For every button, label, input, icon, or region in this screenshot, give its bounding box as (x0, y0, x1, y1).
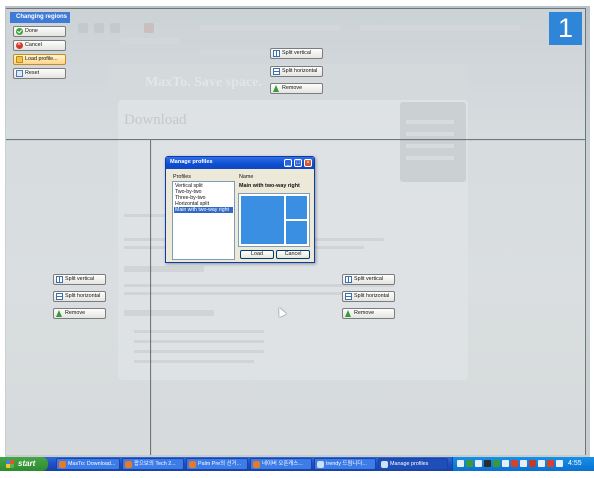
taskbar-item[interactable]: 팝으보의 Tech 2... (122, 458, 184, 470)
taskbar-item-active[interactable]: Manage profiles (378, 458, 448, 470)
tray-icon[interactable] (547, 460, 554, 467)
split-horizontal-icon (56, 293, 63, 300)
reset-icon (16, 70, 23, 77)
tray-icon[interactable] (556, 460, 563, 467)
tray-icon[interactable] (520, 460, 527, 467)
reset-button[interactable]: Reset (13, 68, 66, 79)
taskbar-item[interactable]: MaxTo: Download... (56, 458, 120, 470)
frame-left (0, 0, 5, 478)
vertical-divider[interactable] (150, 140, 151, 455)
dialog-cancel-button[interactable]: Cancel (276, 250, 310, 259)
tray-icon[interactable] (466, 460, 473, 467)
load-button[interactable]: Load (240, 250, 274, 259)
cancel-button[interactable]: Cancel (13, 40, 66, 51)
maximize-icon[interactable]: □ (294, 159, 302, 167)
windows-logo-icon (6, 460, 14, 468)
preview-region-bottom-right (285, 220, 308, 245)
start-button[interactable]: start (0, 457, 48, 471)
profile-name-field[interactable]: Main with two-way right (238, 182, 310, 191)
top-border (6, 8, 586, 9)
profiles-label: Profiles (173, 174, 191, 180)
check-icon (16, 28, 23, 35)
split-horizontal-button[interactable]: Split horizontal (342, 291, 395, 302)
frame-right (590, 0, 594, 478)
split-vertical-button[interactable]: Split vertical (342, 274, 395, 285)
taskbar-item[interactable]: 네이버 오픈캐스... (250, 458, 312, 470)
tray-icon[interactable] (511, 460, 518, 467)
tray-icon[interactable] (502, 460, 509, 467)
firefox-icon (253, 461, 260, 468)
remove-icon (273, 85, 280, 92)
manage-profiles-dialog: Manage profiles _ □ × Profiles Name Vert… (165, 156, 315, 263)
tray-icon[interactable] (538, 460, 545, 467)
remove-icon (56, 310, 63, 317)
clock[interactable]: 4:55 (568, 460, 582, 467)
tray-icon[interactable] (493, 460, 500, 467)
remove-button[interactable]: Remove (342, 308, 395, 319)
maxto-icon (381, 461, 388, 468)
split-vertical-icon (273, 50, 280, 57)
firefox-icon (189, 461, 196, 468)
tray-icon[interactable] (529, 460, 536, 467)
tray-icon[interactable] (484, 460, 491, 467)
changing-regions-panel: Changing regions Done Cancel Load profil… (10, 12, 70, 82)
taskbar-item[interactable]: trendy 드림니다... (314, 458, 376, 470)
split-vertical-button[interactable]: Split vertical (53, 274, 106, 285)
split-vertical-icon (345, 276, 352, 283)
remove-button[interactable]: Remove (270, 83, 323, 94)
load-profile-button[interactable]: Load profile... (13, 54, 66, 65)
close-icon[interactable]: × (304, 159, 312, 167)
frame-top (0, 0, 594, 6)
window-icon (317, 461, 324, 468)
split-vertical-button[interactable]: Split vertical (270, 48, 323, 59)
layout-preview (238, 193, 310, 247)
name-label: Name (239, 174, 254, 180)
tray-icon[interactable] (457, 460, 464, 467)
right-border (585, 8, 586, 455)
firefox-icon (125, 461, 132, 468)
cancel-icon (16, 40, 23, 49)
profiles-list[interactable]: Vertical split Two-by-two Three-by-two H… (172, 181, 235, 260)
split-horizontal-button[interactable]: Split horizontal (270, 66, 323, 77)
split-horizontal-button[interactable]: Split horizontal (53, 291, 106, 302)
preview-region-main (240, 195, 285, 245)
preview-region-top-right (285, 195, 308, 220)
changing-regions-title: Changing regions (10, 12, 70, 23)
region-number-badge: 1 (549, 12, 582, 45)
list-item-selected[interactable]: Main with two-way right (174, 207, 233, 213)
folder-icon (16, 56, 23, 63)
split-vertical-icon (56, 276, 63, 283)
done-button[interactable]: Done (13, 26, 66, 37)
minimize-icon[interactable]: _ (284, 159, 292, 167)
remove-button[interactable]: Remove (53, 308, 106, 319)
remove-icon (345, 310, 352, 317)
split-horizontal-icon (273, 68, 280, 75)
tray-icon[interactable] (475, 460, 482, 467)
taskbar-item[interactable]: Palm Pre의 선거... (186, 458, 248, 470)
dialog-title: Manage profiles (170, 159, 213, 165)
split-horizontal-icon (345, 293, 352, 300)
firefox-icon (59, 461, 66, 468)
frame-bottom (0, 471, 594, 478)
dialog-titlebar[interactable]: Manage profiles _ □ × (166, 157, 314, 169)
taskbar: start MaxTo: Download... 팝으보의 Tech 2... … (0, 457, 594, 471)
horizontal-divider[interactable] (6, 139, 586, 140)
